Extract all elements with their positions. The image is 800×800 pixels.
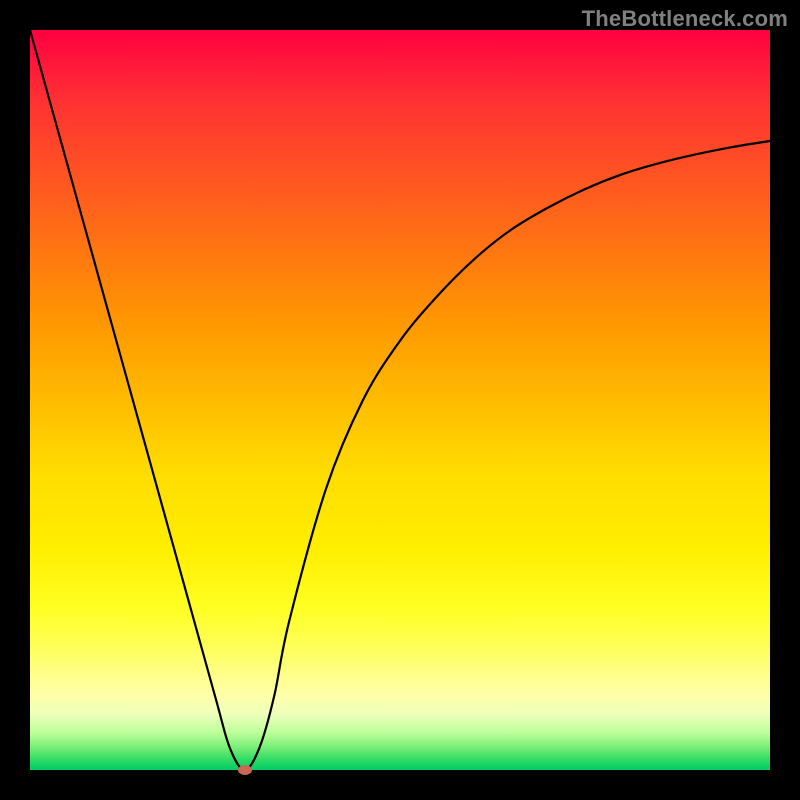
chart-container: TheBottleneck.com bbox=[0, 0, 800, 800]
bottleneck-curve bbox=[30, 30, 770, 770]
watermark-text: TheBottleneck.com bbox=[582, 6, 788, 32]
minimum-marker bbox=[238, 765, 252, 775]
plot-area bbox=[30, 30, 770, 770]
